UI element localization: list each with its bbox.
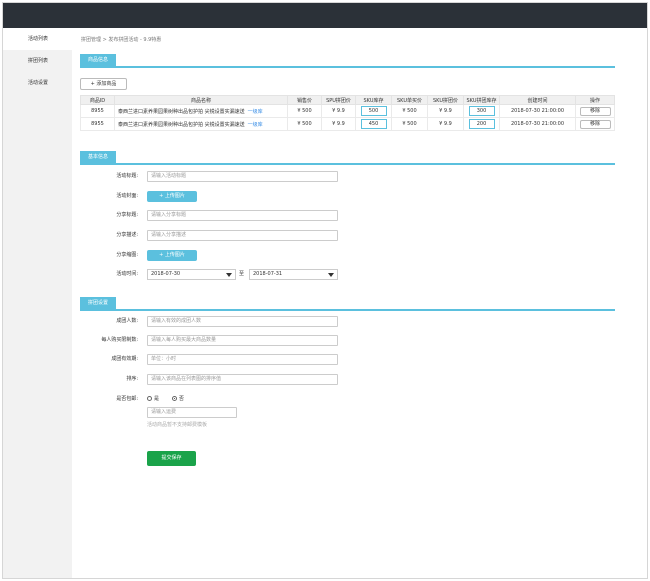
remove-button[interactable]: 移除	[579, 119, 611, 129]
sidebar-item-activity-settings[interactable]: 活动设置	[3, 72, 72, 94]
col-header: SKU拼团库存	[463, 95, 500, 105]
share-title-input[interactable]: 请输入分享标题	[147, 210, 338, 221]
radio-icon	[147, 396, 152, 401]
goods-table-header: 商品ID 商品名称 销售价 SPU拼团价 SKU库存 SKU单买价 SKU拼团价…	[80, 95, 615, 105]
goods-price: ¥ 500	[287, 104, 322, 118]
sidebar: 活动列表 拼团列表 活动设置	[3, 28, 72, 578]
shipping-fee-input[interactable]: 请输入运费	[147, 407, 237, 418]
submit-save-button[interactable]: 提交保存	[147, 451, 196, 466]
radio-no-label: 否	[179, 396, 185, 402]
sort-label: 排序:	[126, 376, 138, 382]
end-date-value: 2018-07-31	[253, 271, 283, 277]
free-shipping-no-radio[interactable]: 否	[172, 394, 184, 405]
goods-name-text: 泰西兰进口素养果园果树种出品包护拍 尖锐设置实漏速送	[118, 121, 245, 128]
top-bar	[3, 3, 647, 28]
goods-name-text: 泰西兰进口素养果园果树种出品包护拍 尖锐设置实漏速送	[118, 108, 245, 115]
group-size-input[interactable]: 请输入有效的成团人数	[147, 316, 338, 327]
main-content: 拼团管理 > 发布拼团活动 - 9.9特惠 商品信息 + 添加商品 商品ID 商…	[72, 28, 647, 578]
purchase-limit-label: 每人购买限制数:	[101, 337, 138, 343]
goods-created: 2018-07-30 21:00:00	[499, 117, 576, 131]
chevron-down-icon	[226, 273, 232, 277]
sidebar-item-activity-list[interactable]: 活动列表	[3, 28, 72, 50]
section-goods-header: 商品信息	[80, 54, 615, 68]
add-goods-button[interactable]: + 添加商品	[80, 78, 127, 90]
chevron-down-icon	[328, 273, 334, 277]
goods-sku-group: ¥ 9.9	[427, 104, 464, 118]
group-stock-input[interactable]: 300	[468, 106, 495, 116]
sku-stock-input[interactable]: 450	[360, 119, 387, 129]
col-header: SKU拼团价	[427, 95, 464, 105]
goods-price: ¥ 500	[287, 117, 322, 131]
goods-name: 泰西兰进口素养果园果树种出品包护拍 尖锐设置实漏速送 一级库	[114, 104, 288, 118]
goods-action-cell: 移除	[575, 117, 615, 131]
goods-id: 8955	[80, 104, 115, 118]
goods-link[interactable]: 一级库	[248, 109, 263, 115]
section-goods-title: 商品信息	[80, 54, 117, 66]
goods-sku-single: ¥ 500	[391, 117, 428, 131]
valid-period-input[interactable]: 单位：小时	[147, 354, 338, 365]
goods-action-cell: 移除	[575, 104, 615, 118]
shipping-fee-hint: 活动商品暂不支持邮费模板	[147, 422, 208, 428]
group-stock-input[interactable]: 200	[468, 119, 495, 129]
activity-time-label: 活动时间:	[116, 271, 138, 277]
breadcrumb: 拼团管理 > 发布拼团活动 - 9.9特惠	[81, 37, 162, 43]
activity-cover-label: 活动封面:	[116, 193, 138, 199]
share-desc-label: 分享描述:	[116, 232, 138, 238]
upload-cover-button[interactable]: + 上传图片	[147, 191, 197, 202]
end-date-select[interactable]: 2018-07-31	[249, 269, 338, 280]
section-group-header: 拼团设置	[80, 297, 615, 311]
share-title-label: 分享标题:	[116, 212, 138, 218]
goods-created: 2018-07-30 21:00:00	[499, 104, 576, 118]
radio-checked-icon	[172, 396, 177, 401]
goods-sku-group: ¥ 9.9	[427, 117, 464, 131]
section-basic-header: 基本信息	[80, 151, 615, 165]
goods-stock-cell: 450	[355, 117, 392, 131]
section-group-title: 拼团设置	[80, 297, 117, 309]
free-shipping-label: 是否包邮:	[116, 396, 138, 402]
activity-title-input[interactable]: 请输入活动标题	[147, 171, 338, 182]
start-date-select[interactable]: 2018-07-30	[147, 269, 236, 280]
col-header: SPU拼团价	[321, 95, 356, 105]
goods-spu-price: ¥ 9.9	[321, 104, 356, 118]
valid-period-label: 成团有效期:	[111, 356, 138, 362]
goods-group-stock-cell: 300	[463, 104, 500, 118]
col-header: 商品ID	[80, 95, 115, 105]
goods-name: 泰西兰进口素养果园果树种出品包护拍 尖锐设置实漏速送 一级库	[114, 117, 288, 131]
group-size-label: 成团人数:	[116, 318, 138, 324]
col-header: SKU单买价	[391, 95, 428, 105]
goods-id: 8955	[80, 117, 115, 131]
goods-spu-price: ¥ 9.9	[321, 117, 356, 131]
col-header: SKU库存	[355, 95, 392, 105]
remove-button[interactable]: 移除	[579, 106, 611, 116]
col-header: 销售价	[287, 95, 322, 105]
goods-stock-cell: 500	[355, 104, 392, 118]
activity-title-label: 活动标题:	[116, 173, 138, 179]
col-header: 商品名称	[114, 95, 288, 105]
section-basic-title: 基本信息	[80, 151, 117, 163]
purchase-limit-input[interactable]: 请输入每人购买最大商品数量	[147, 335, 338, 346]
sidebar-item-group-list[interactable]: 拼团列表	[3, 50, 72, 72]
goods-link[interactable]: 一级库	[248, 122, 263, 128]
col-header: 创建时间	[499, 95, 576, 105]
sort-input[interactable]: 请输入该商品在列表图的排序值	[147, 374, 338, 385]
share-desc-input[interactable]: 请输入分享描述	[147, 230, 338, 241]
share-image-label: 分享缩图:	[116, 252, 138, 258]
free-shipping-yes-radio[interactable]: 是	[147, 394, 159, 405]
table-row: 8955 泰西兰进口素养果园果树种出品包护拍 尖锐设置实漏速送 一级库 ¥ 500…	[80, 104, 615, 118]
table-row: 8955 泰西兰进口素养果园果树种出品包护拍 尖锐设置实漏速送 一级库 ¥ 500…	[80, 117, 615, 131]
date-range-separator: 至	[239, 271, 245, 277]
goods-table: 商品ID 商品名称 销售价 SPU拼团价 SKU库存 SKU单买价 SKU拼团价…	[80, 95, 615, 131]
upload-share-image-button[interactable]: + 上传图片	[147, 250, 197, 261]
radio-yes-label: 是	[154, 396, 160, 402]
col-header: 操作	[575, 95, 615, 105]
goods-group-stock-cell: 200	[463, 117, 500, 131]
goods-sku-single: ¥ 500	[391, 104, 428, 118]
sku-stock-input[interactable]: 500	[360, 106, 387, 116]
start-date-value: 2018-07-30	[151, 271, 181, 277]
